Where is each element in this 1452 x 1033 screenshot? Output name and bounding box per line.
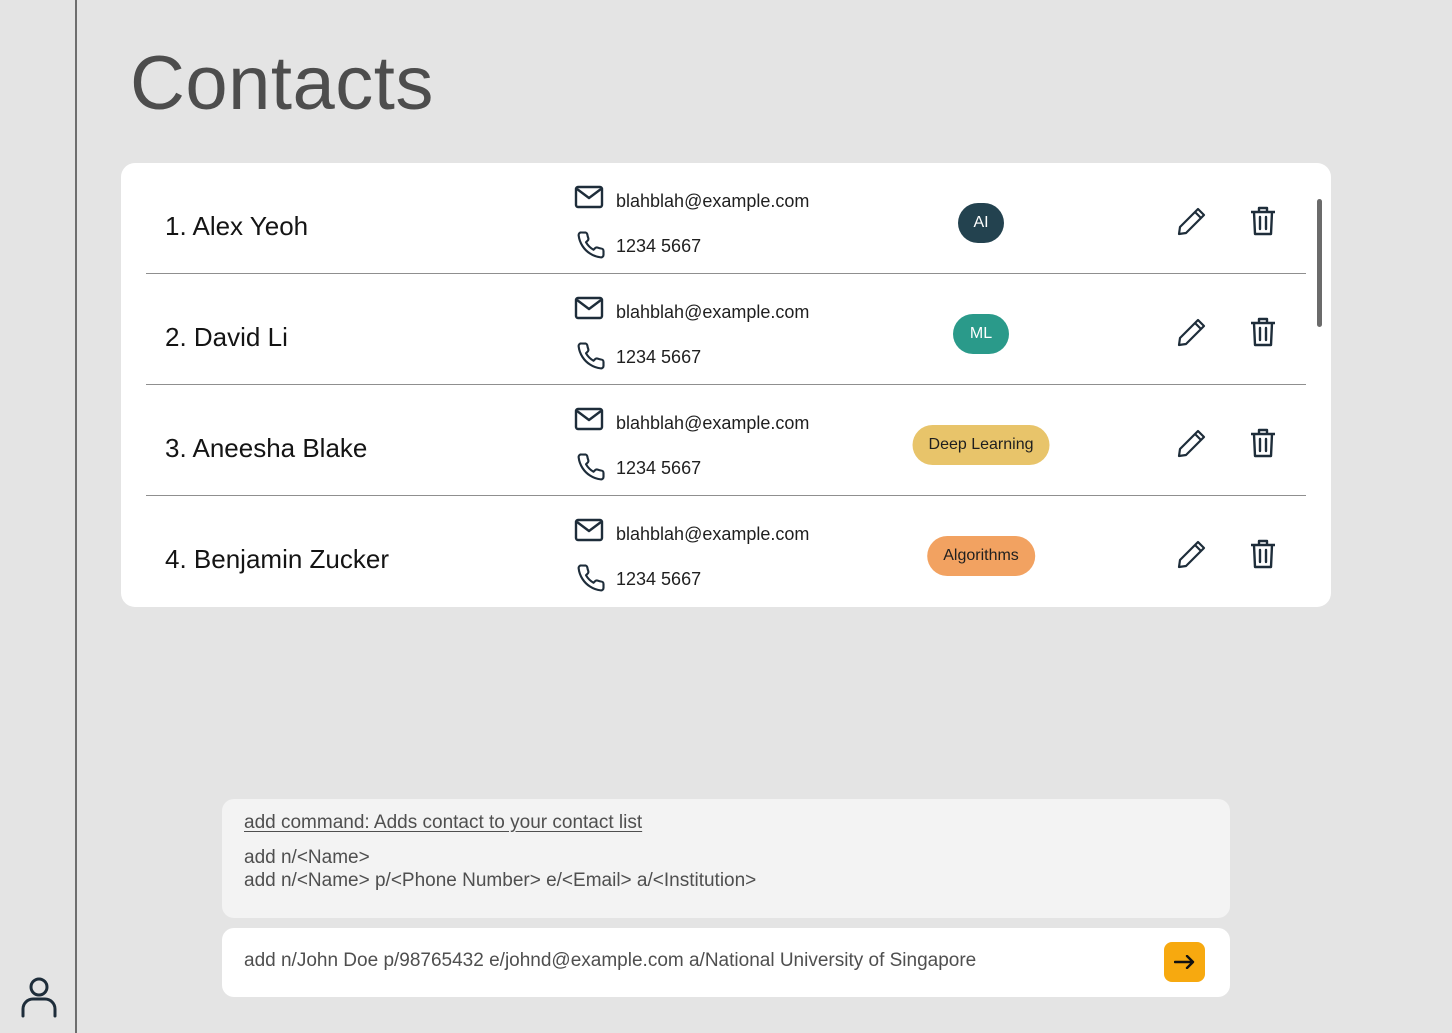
scrollbar[interactable] [1317,199,1322,327]
contact-tag[interactable]: AI [958,203,1004,243]
phone-icon [577,564,605,592]
contact-tag[interactable]: ML [953,314,1009,354]
envelope-icon [574,185,604,209]
send-button[interactable] [1164,942,1205,982]
contact-row[interactable]: 4. Benjamin Zucker blahblah@example.com … [146,496,1306,607]
help-title: add command: Adds contact to your contac… [244,812,643,833]
contact-email: blahblah@example.com [616,302,810,322]
contact-tag[interactable]: Deep Learning [912,425,1050,465]
contact-list: 1. Alex Yeoh blahblah@example.com 1234 5… [121,163,1331,607]
pencil-icon[interactable] [1176,538,1208,570]
contact-phone: 1234 5667 [616,569,702,589]
contact-email: blahblah@example.com [616,191,810,211]
contact-phone: 1234 5667 [616,236,702,256]
page-title: Contacts [130,41,434,126]
contact-row[interactable]: 3. Aneesha Blake blahblah@example.com 12… [146,385,1306,496]
help-usage-line: add n/<Name> [244,847,370,868]
pencil-icon[interactable] [1176,205,1208,237]
contact-name: 1. Alex Yeoh [165,211,309,241]
envelope-icon [574,518,604,542]
pencil-icon[interactable] [1176,316,1208,348]
contact-row[interactable]: 1. Alex Yeoh blahblah@example.com 1234 5… [146,163,1306,274]
contact-email: blahblah@example.com [616,413,810,433]
envelope-icon [574,407,604,431]
contact-row[interactable]: 2. David Li blahblah@example.com 1234 56… [146,274,1306,385]
contact-name: 3. Aneesha Blake [165,433,368,463]
trash-icon[interactable] [1250,316,1276,348]
contact-phone: 1234 5667 [616,458,702,478]
envelope-icon [574,296,604,320]
contact-email: blahblah@example.com [616,524,810,544]
contact-name: 4. Benjamin Zucker [165,544,389,574]
trash-icon[interactable] [1250,205,1276,237]
phone-icon [577,231,605,259]
sidebar [0,0,77,1033]
contact-tag[interactable]: Algorithms [927,536,1035,576]
contact-name: 2. David Li [165,322,288,352]
command-input[interactable] [244,946,1164,976]
phone-icon [577,342,605,370]
command-bar [222,928,1230,997]
contact-phone: 1234 5667 [616,347,702,367]
arrow-right-icon [1173,955,1194,969]
pencil-icon[interactable] [1176,427,1208,459]
trash-icon[interactable] [1250,427,1276,459]
help-usage-line: add n/<Name> p/<Phone Number> e/<Email> … [244,870,757,891]
user-icon[interactable] [19,975,59,1019]
command-help-panel: add command: Adds contact to your contac… [222,799,1230,918]
phone-icon [577,453,605,481]
trash-icon[interactable] [1250,538,1276,570]
